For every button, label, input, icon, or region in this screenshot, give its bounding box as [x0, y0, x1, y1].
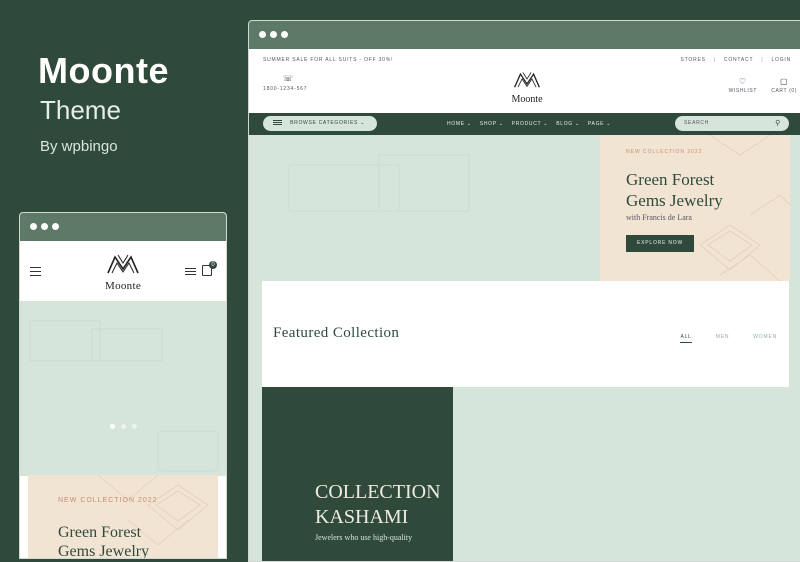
browse-categories-button[interactable]: BROWSE CATEGORIES ⌄	[263, 116, 377, 131]
window-dot-icon	[259, 31, 266, 38]
window-dot-icon	[281, 31, 288, 38]
window-dot-icon	[52, 223, 59, 230]
list-icon	[273, 119, 282, 126]
site-header: SUMMER SALE FOR ALL SUITS - OFF 30%! STO…	[249, 49, 800, 113]
contact-link[interactable]: CONTACT	[724, 57, 753, 63]
featured-title: Featured Collection	[273, 325, 400, 341]
cart-count-badge: 0	[209, 261, 217, 269]
theme-subtitle: Theme	[40, 95, 121, 125]
nav-home[interactable]: HOME ⌄	[447, 121, 472, 127]
top-links: STORES | CONTACT | LOGIN	[681, 57, 791, 63]
mobile-card-tag: NEW COLLECTION 2022	[58, 497, 158, 504]
search-placeholder: SEARCH	[684, 120, 710, 126]
wishlist-button[interactable]: ♡ WISHLIST	[729, 77, 757, 94]
slider-dot[interactable]	[131, 424, 137, 429]
kashami-collection-banner: COLLECTION KASHAMI Jewelers who use high…	[262, 387, 453, 561]
nav-blog[interactable]: BLOG ⌄	[556, 121, 580, 127]
lines-menu-icon[interactable]	[185, 268, 196, 277]
kashami-heading: COLLECTION KASHAMI	[315, 480, 441, 530]
slider-dot-active[interactable]	[109, 424, 115, 429]
heart-icon: ♡	[738, 77, 747, 86]
hero-promo-card: NEW COLLECTION 2022 Green Forest Gems Je…	[600, 135, 790, 281]
window-titlebar	[249, 21, 800, 49]
tab-men[interactable]: MEN	[716, 334, 730, 343]
slider-pagination	[20, 424, 226, 429]
kashami-title-line2: KASHAMI	[315, 506, 409, 528]
browse-categories-label: BROWSE CATEGORIES	[290, 120, 359, 126]
mobile-hero-slider[interactable]	[20, 301, 226, 476]
mobile-header: Moonte 0	[20, 241, 226, 301]
wishlist-label: WISHLIST	[728, 88, 757, 94]
crown-logo-icon	[514, 72, 540, 88]
site-logo-text: Moonte	[511, 94, 543, 105]
stores-link[interactable]: STORES	[681, 57, 706, 63]
login-link[interactable]: LOGIN	[771, 57, 791, 63]
window-controls	[259, 31, 288, 38]
mobile-logo-text: Moonte	[104, 280, 142, 292]
hero-tag: NEW COLLECTION 2022	[626, 149, 703, 155]
site-logo[interactable]: Moonte	[499, 69, 555, 105]
window-controls	[30, 223, 59, 230]
featured-collection-section: Featured Collection ALL MEN WOMEN	[262, 281, 789, 387]
nav-product[interactable]: PRODUCT ⌄	[512, 121, 549, 127]
theme-author: By wpbingo	[40, 138, 118, 155]
bag-icon: ▢	[780, 77, 789, 86]
chevron-down-icon: ⌄	[360, 120, 366, 126]
hero-subtitle: with Francis de Lara	[626, 213, 692, 222]
mobile-card-title-line2: Gems Jewelry	[58, 543, 150, 559]
kashami-subtitle: Jewelers who use high-quality	[315, 533, 413, 542]
phone-number[interactable]: 1800-1234-567	[263, 86, 307, 92]
nav-page[interactable]: PAGE ⌄	[588, 121, 611, 127]
hero-background-illustration	[29, 320, 219, 472]
explore-now-button[interactable]: EXPLORE NOW	[626, 235, 694, 252]
mobile-card-title-line1: Green Forest	[58, 524, 142, 541]
crown-logo-icon	[107, 254, 139, 274]
theme-title: Moonte	[38, 50, 169, 91]
hero-heading: Green Forest Gems Jewelry	[626, 169, 723, 211]
slider-dot[interactable]	[120, 424, 126, 429]
divider: |	[761, 57, 764, 63]
divider: |	[713, 57, 716, 63]
nav-menu: HOME ⌄ SHOP ⌄ PRODUCT ⌄ BLOG ⌄ PAGE ⌄	[447, 113, 611, 135]
nav-shop[interactable]: SHOP ⌄	[480, 121, 504, 127]
main-navbar: BROWSE CATEGORIES ⌄ HOME ⌄ SHOP ⌄ PRODUC…	[249, 113, 800, 135]
hero-illustration	[288, 154, 470, 212]
window-titlebar	[20, 213, 226, 241]
window-dot-icon	[41, 223, 48, 230]
desktop-preview-window: SUMMER SALE FOR ALL SUITS - OFF 30%! STO…	[248, 20, 800, 562]
tab-all[interactable]: ALL	[680, 334, 692, 343]
window-dot-icon	[30, 223, 37, 230]
mobile-preview-window: Moonte 0 NEW COLLECTION 2022 Green Fores…	[19, 212, 227, 559]
cart-label: CART (0)	[771, 88, 797, 94]
mobile-collection-card: NEW COLLECTION 2022 Green Forest Gems Je…	[28, 475, 218, 559]
hero-title-line1: Green Forest	[626, 170, 715, 189]
hero-title-line2: Gems Jewelry	[626, 191, 723, 210]
window-dot-icon	[270, 31, 277, 38]
phone-icon: ☏	[283, 74, 294, 83]
promo-banner-text: SUMMER SALE FOR ALL SUITS - OFF 30%!	[263, 57, 394, 63]
featured-tabs: ALL MEN WOMEN	[680, 334, 777, 343]
mobile-card-heading: Green Forest Gems Jewelry	[58, 523, 150, 559]
hero-background	[249, 135, 600, 281]
tab-women[interactable]: WOMEN	[753, 334, 777, 343]
search-input[interactable]: SEARCH ⚲	[675, 116, 789, 131]
cart-button[interactable]: ▢ CART (0)	[771, 77, 797, 94]
kashami-title-line1: COLLECTION	[315, 481, 441, 503]
search-icon[interactable]: ⚲	[775, 116, 781, 131]
